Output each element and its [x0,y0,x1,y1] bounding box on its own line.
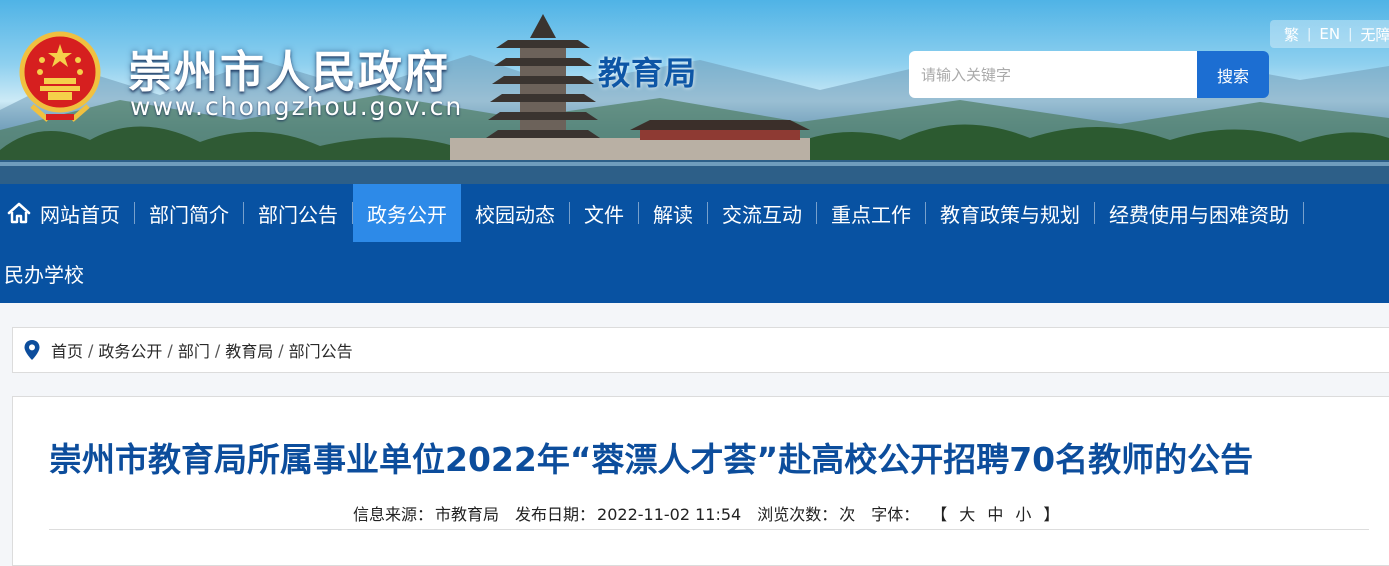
article-title: 崇州市教育局所属事业单位2022年“蓉漂人才荟”赴高校公开招聘70名教师的公告 [49,433,1389,481]
breadcrumb-separator: / [88,341,93,360]
nav-item-label: 网站首页 [40,199,120,228]
breadcrumb-separator: / [278,341,283,360]
nav-row-2: 民办学校 [0,244,98,302]
font-size-large[interactable]: 大 [959,501,975,525]
breadcrumb-education-bureau[interactable]: 教育局 [225,338,273,362]
nav-item-campus-news[interactable]: 校园动态 [461,184,569,242]
nav-item-education-policy[interactable]: 教育政策与规划 [926,184,1094,242]
site-name: 崇州市人民政府 [128,36,450,100]
bracket-open: 【 [931,501,947,525]
nav-item-interpretation[interactable]: 解读 [639,184,707,242]
site-header: 崇州市人民政府 www.chongzhou.gov.cn 教育局 繁 | EN … [0,0,1389,184]
nav-item-documents[interactable]: 文件 [570,184,638,242]
site-url: www.chongzhou.gov.cn [130,92,463,121]
util-divider: | [1348,27,1352,42]
util-divider: | [1307,27,1311,42]
font-size-controls: 字体： 【 大 中 小 】 [871,501,1059,525]
meta-views-unit: 次 [839,505,855,524]
breadcrumb-department[interactable]: 部门 [178,338,210,362]
meta-source: 信息来源：市教育局 [353,501,499,525]
meta-date-label: 发布日期： [515,505,595,524]
nav-item-dept-notices[interactable]: 部门公告 [244,184,352,242]
meta-font-label: 字体： [871,501,919,525]
national-emblem-icon [18,30,102,126]
nav-item-dept-intro[interactable]: 部门简介 [135,184,243,242]
breadcrumb-home[interactable]: 首页 [51,338,83,362]
breadcrumb-gov-affairs[interactable]: 政务公开 [98,338,162,362]
breadcrumb: 首页 / 政务公开 / 部门 / 教育局 / 部门公告 [12,327,1389,373]
meta-views-label: 浏览次数： [757,505,837,524]
utility-links: 繁 | EN | 无障 [1270,20,1389,48]
font-size-small[interactable]: 小 [1015,501,1031,525]
english-link[interactable]: EN [1319,25,1340,43]
article-panel: 崇州市教育局所属事业单位2022年“蓉漂人才荟”赴高校公开招聘70名教师的公告 … [12,396,1389,566]
nav-item-interaction[interactable]: 交流互动 [708,184,816,242]
main-navigation: 网站首页 部门简介 部门公告 政务公开 校园动态 文件 解读 交流互动 重点工作… [0,184,1389,303]
breadcrumb-separator: / [215,341,220,360]
meta-date: 发布日期：2022-11-02 11:54 [515,501,741,525]
breadcrumb-separator: / [167,341,172,360]
meta-date-value: 2022-11-02 11:54 [597,505,741,524]
meta-views: 浏览次数：次 [757,501,855,525]
accessibility-link[interactable]: 无障 [1361,24,1389,45]
nav-divider [1303,202,1304,224]
home-icon [6,201,32,225]
title-divider [49,529,1369,530]
location-pin-icon [23,339,41,361]
nav-item-funding-aid[interactable]: 经费使用与困难资助 [1095,184,1303,242]
article-meta: 信息来源：市教育局 发布日期：2022-11-02 11:54 浏览次数：次 字… [353,501,1059,525]
traditional-chinese-link[interactable]: 繁 [1284,24,1299,45]
breadcrumb-dept-notices[interactable]: 部门公告 [289,338,353,362]
department-name: 教育局 [598,48,697,94]
meta-source-value: 市教育局 [435,505,499,524]
nav-item-key-work[interactable]: 重点工作 [817,184,925,242]
font-size-medium[interactable]: 中 [987,501,1003,525]
search-button[interactable]: 搜索 [1197,51,1269,98]
nav-item-gov-affairs[interactable]: 政务公开 [353,184,461,242]
nav-item-home[interactable]: 网站首页 [0,184,134,242]
meta-source-label: 信息来源： [353,505,433,524]
nav-row-1: 网站首页 部门简介 部门公告 政务公开 校园动态 文件 解读 交流互动 重点工作… [0,184,1304,242]
nav-item-private-schools[interactable]: 民办学校 [0,244,98,302]
search-input[interactable] [909,51,1197,98]
bracket-close: 】 [1043,501,1059,525]
